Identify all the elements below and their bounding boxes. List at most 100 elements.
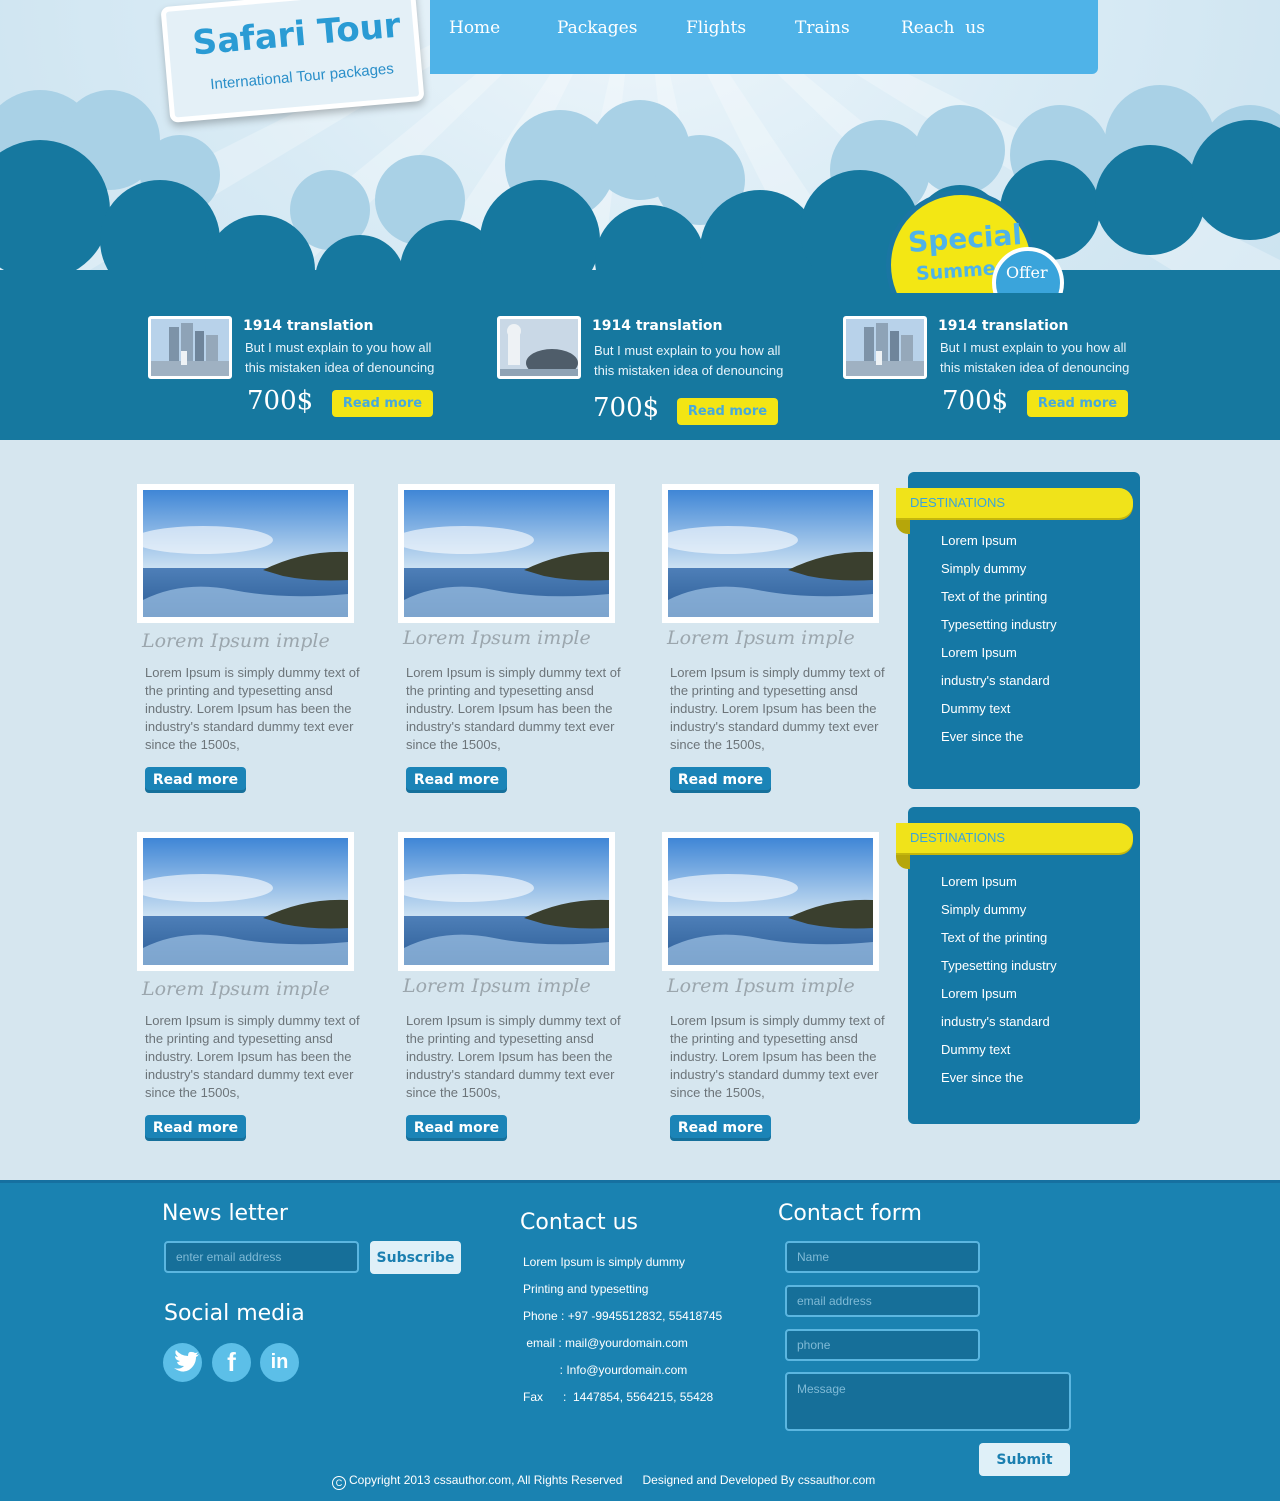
beach-image xyxy=(668,838,873,965)
promo-item: 1914 translation But I must explain to y… xyxy=(843,316,1143,428)
contact-line: Printing and typesetting xyxy=(523,1282,649,1296)
nav-item-packages[interactable]: Packages xyxy=(557,18,637,38)
city-skyline-image xyxy=(846,319,924,376)
promo-read-more-button[interactable]: Read more xyxy=(677,398,778,425)
promo-read-more-button[interactable]: Read more xyxy=(332,390,433,417)
card-description: Lorem Ipsum is simply dummy text of the … xyxy=(670,665,885,752)
card-photo[interactable] xyxy=(398,832,615,971)
tour-card: Lorem Ipsum imple Lorem Ipsum is simply … xyxy=(662,832,892,1152)
card-title: Lorem Ipsum imple xyxy=(403,627,591,649)
email-field[interactable] xyxy=(785,1285,980,1317)
card-title: Lorem Ipsum imple xyxy=(667,627,855,649)
destination-link[interactable]: Lorem Ipsum xyxy=(941,980,1057,1008)
facebook-glyph: f xyxy=(227,1347,236,1377)
card-read-more-button[interactable]: Read more xyxy=(145,767,246,793)
twitter-icon[interactable] xyxy=(163,1343,202,1382)
logo-subtitle: International Tour packages xyxy=(209,60,395,94)
promo-description: But I must explain to you how all this m… xyxy=(245,340,435,375)
destinations-title: DESTINATIONS xyxy=(910,495,1006,510)
destination-link[interactable]: industry's standard xyxy=(941,667,1057,695)
destination-link[interactable]: Lorem Ipsum xyxy=(941,527,1057,555)
card-read-more-button[interactable]: Read more xyxy=(670,1115,771,1141)
nav-item-reach-us[interactable]: Reach us xyxy=(901,18,985,38)
facebook-icon[interactable]: f xyxy=(212,1343,251,1382)
promo-thumbnail[interactable] xyxy=(148,316,232,379)
contact-line: Lorem Ipsum is simply dummy xyxy=(523,1255,686,1269)
promo-thumbnail[interactable] xyxy=(843,316,927,379)
card-description: Lorem Ipsum is simply dummy text of the … xyxy=(145,665,360,752)
destinations-panel: DESTINATIONS Lorem Ipsum Simply dummy Te… xyxy=(896,472,1140,789)
tour-card: Lorem Ipsum imple Lorem Ipsum is simply … xyxy=(137,484,367,804)
destination-link[interactable]: Lorem Ipsum xyxy=(941,639,1057,667)
promo-price: 700$ xyxy=(942,386,1009,416)
subscribe-button[interactable]: Subscribe xyxy=(370,1241,461,1274)
linkedin-glyph: in xyxy=(270,1351,289,1373)
message-field[interactable] xyxy=(785,1372,1071,1431)
nav-item-home[interactable]: Home xyxy=(449,18,500,38)
destination-link[interactable]: Ever since the xyxy=(941,1064,1057,1092)
tour-card: Lorem Ipsum imple Lorem Ipsum is simply … xyxy=(398,832,628,1152)
contact-form-heading: Contact form xyxy=(778,1201,922,1226)
card-photo[interactable] xyxy=(662,832,879,971)
destinations-list: Lorem Ipsum Simply dummy Text of the pri… xyxy=(941,527,1057,751)
contact-email[interactable]: email : mail@yourdomain.com xyxy=(523,1336,688,1350)
city-skyline-image xyxy=(151,319,229,376)
promo-item: 1914 translation But I must explain to y… xyxy=(148,316,448,428)
card-read-more-button[interactable]: Read more xyxy=(670,767,771,793)
card-photo[interactable] xyxy=(398,484,615,623)
destination-link[interactable]: Lorem Ipsum xyxy=(941,868,1057,896)
logo-title: Safari Tour xyxy=(190,5,403,64)
submit-button[interactable]: Submit xyxy=(979,1443,1070,1476)
card-read-more-button[interactable]: Read more xyxy=(145,1115,246,1141)
nav-item-flights[interactable]: Flights xyxy=(686,18,746,38)
twitter-bird-glyph xyxy=(174,1350,199,1372)
card-description: Lorem Ipsum is simply dummy text of the … xyxy=(670,1013,885,1100)
destination-link[interactable]: Simply dummy xyxy=(941,555,1057,583)
contact-email-secondary[interactable]: : Info@yourdomain.com xyxy=(523,1363,688,1377)
promo-price: 700$ xyxy=(247,386,314,416)
social-media-heading: Social media xyxy=(164,1301,305,1326)
nav-item-trains[interactable]: Trains xyxy=(795,18,850,38)
destinations-list: Lorem Ipsum Simply dummy Text of the pri… xyxy=(941,868,1057,1092)
merlion-image xyxy=(500,319,578,376)
card-photo[interactable] xyxy=(137,484,354,623)
promo-read-more-button[interactable]: Read more xyxy=(1027,390,1128,417)
beach-image xyxy=(143,490,348,617)
copyright-icon: C xyxy=(332,1476,346,1490)
promo-description: But I must explain to you how all this m… xyxy=(940,340,1130,375)
offer-tag[interactable]: Offer xyxy=(990,245,1070,293)
newsletter-heading: News letter xyxy=(162,1201,288,1226)
card-title: Lorem Ipsum imple xyxy=(142,978,330,1000)
card-read-more-button[interactable]: Read more xyxy=(406,1115,507,1141)
linkedin-icon[interactable]: in xyxy=(260,1343,299,1382)
newsletter-email-input[interactable] xyxy=(164,1241,359,1273)
tour-card: Lorem Ipsum imple Lorem Ipsum is simply … xyxy=(398,484,628,804)
destination-link[interactable]: Text of the printing xyxy=(941,583,1057,611)
destination-link[interactable]: Simply dummy xyxy=(941,896,1057,924)
destinations-ribbon: DESTINATIONS xyxy=(896,823,1133,853)
card-read-more-button[interactable]: Read more xyxy=(406,767,507,793)
contact-us-heading: Contact us xyxy=(520,1210,638,1235)
destination-link[interactable]: Dummy text xyxy=(941,695,1057,723)
card-title: Lorem Ipsum imple xyxy=(403,975,591,997)
destination-link[interactable]: Text of the printing xyxy=(941,924,1057,952)
destinations-ribbon: DESTINATIONS xyxy=(896,488,1133,518)
phone-field[interactable] xyxy=(785,1329,980,1361)
destination-link[interactable]: industry's standard xyxy=(941,1008,1057,1036)
beach-image xyxy=(143,838,348,965)
name-field[interactable] xyxy=(785,1241,980,1273)
offer-label: Offer xyxy=(1006,263,1048,282)
promo-title: 1914 translation xyxy=(592,318,723,334)
destinations-title: DESTINATIONS xyxy=(910,830,1006,845)
beach-image xyxy=(404,490,609,617)
card-photo[interactable] xyxy=(662,484,879,623)
card-description: Lorem Ipsum is simply dummy text of the … xyxy=(406,665,621,752)
promo-thumbnail[interactable] xyxy=(497,316,581,379)
destinations-panel: DESTINATIONS Lorem Ipsum Simply dummy Te… xyxy=(896,807,1140,1124)
destination-link[interactable]: Typesetting industry xyxy=(941,611,1057,639)
destination-link[interactable]: Typesetting industry xyxy=(941,952,1057,980)
card-photo[interactable] xyxy=(137,832,354,971)
destination-link[interactable]: Dummy text xyxy=(941,1036,1057,1064)
card-title: Lorem Ipsum imple xyxy=(667,975,855,997)
destination-link[interactable]: Ever since the xyxy=(941,723,1057,751)
